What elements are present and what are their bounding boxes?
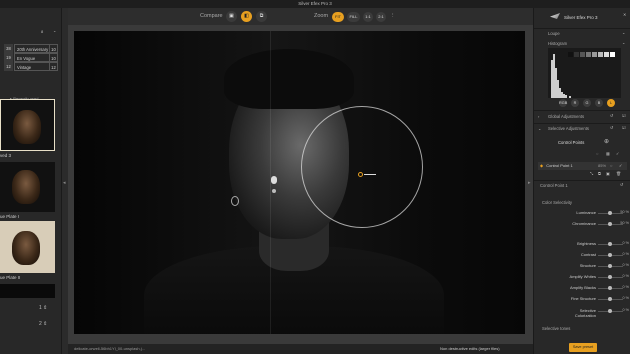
window-title: Silver Efex Pro 3 <box>0 0 630 8</box>
collapse-left-icon[interactable]: ◂ <box>63 180 66 186</box>
adjustments-panel: Silver Efex Pro 3 ✕ Loupe ⌄ Histogram ⌄ … <box>533 8 630 354</box>
control-point-marker-icon: ◆ <box>540 163 544 168</box>
selective-colorization-slider[interactable]: Selective Colorization 0 % <box>540 308 630 320</box>
loupe-label[interactable]: Loupe <box>548 31 560 36</box>
check-icon[interactable]: ✓ <box>616 151 619 156</box>
preview-image[interactable] <box>74 31 525 334</box>
chevron-down-icon[interactable]: ⌄ <box>53 28 56 33</box>
compare-split-icon[interactable]: ▣ <box>226 11 237 22</box>
control-point-handle[interactable] <box>272 189 276 193</box>
preset-label: ved 3 <box>0 153 12 158</box>
zoom-fit-button[interactable]: FIT <box>332 11 344 22</box>
add-control-point-icon[interactable]: ⊕ <box>604 138 609 145</box>
zoom-more-button[interactable]: ⋮ <box>390 13 396 19</box>
preset-label: ue Plate I <box>0 214 20 219</box>
control-points-label: Control Points <box>558 140 585 145</box>
reset-icon[interactable]: ↺ <box>610 113 613 118</box>
brightness-slider[interactable]: Brightness 0 % <box>540 241 630 247</box>
selective-adjustments-header[interactable]: Selective Adjustments <box>548 126 589 131</box>
list-item[interactable]: 12 Vintage 12 <box>4 62 58 71</box>
zoom-1-1-button[interactable]: 1:1 <box>363 11 373 22</box>
group-icon[interactable]: ▣ <box>606 171 610 176</box>
chevron-right-icon[interactable]: › <box>538 114 539 119</box>
global-adjustments-header[interactable]: Global Adjustments <box>548 114 584 119</box>
presets-panel: 8 ⌄ 38 20th Anniversary 10 19 En Vogue 1… <box>0 8 62 354</box>
control-point[interactable] <box>358 172 363 177</box>
image-canvas[interactable] <box>68 25 533 344</box>
count-label: 8 <box>41 29 44 34</box>
cursor-icon[interactable]: ⤡ <box>590 171 593 176</box>
group-icon[interactable]: ▦ <box>606 151 610 156</box>
save-preset-button[interactable]: Save preset <box>569 343 597 352</box>
zoom-label: Zoom <box>314 13 329 19</box>
enable-checkbox[interactable]: ☑ <box>622 113 626 118</box>
chevron-down-icon[interactable]: ⌄ <box>622 40 625 45</box>
zoom-fill-button[interactable]: FILL <box>347 11 360 22</box>
preset-thumbnail[interactable] <box>0 99 55 151</box>
collapse-right-icon[interactable]: ▸ <box>528 180 531 186</box>
color-selectivity-label: Color Selectivity <box>542 200 573 205</box>
list-item[interactable]: 19 En Vogue 10 <box>4 53 58 62</box>
control-point-row[interactable]: ◆ Control Point 1 85% ◌ ✓ <box>538 162 627 170</box>
compare-label: Compare <box>200 13 223 19</box>
preset-thumbnail[interactable] <box>0 221 55 273</box>
control-point-section-header: Control Point 1 <box>540 183 568 188</box>
reset-icon[interactable]: ↺ <box>610 125 613 130</box>
enable-checkbox[interactable]: ☑ <box>622 125 626 130</box>
control-point-radius[interactable] <box>301 106 423 228</box>
preset-thumbnail[interactable] <box>0 284 55 298</box>
pager[interactable]: 1 ⇕ <box>39 305 47 311</box>
brand-label: Silver Efex Pro 3 <box>564 15 598 20</box>
histogram-chart <box>548 48 621 98</box>
preset-label: ue Plate II <box>0 275 21 280</box>
selective-tones-label[interactable]: Selective tones <box>542 326 570 331</box>
close-icon[interactable]: ✕ <box>623 12 626 17</box>
chevron-down-icon[interactable]: ⌄ <box>538 126 541 131</box>
app-logo-icon <box>550 13 560 19</box>
zoom-2-1-button[interactable]: 2:1 <box>376 11 386 22</box>
status-bar: delicate-orwell-56bh1Yl_00-unsplash.j...… <box>68 344 533 354</box>
control-point-handle[interactable] <box>271 176 277 184</box>
duplicate-icon[interactable]: ⧉ <box>598 171 601 176</box>
visibility-icon[interactable]: ◌ <box>596 151 598 156</box>
toolbar: Compare ▣ ◧ ⧉ Zoom FIT FILL 1:1 2:1 ⋮ <box>68 8 533 25</box>
amplify-whites-slider[interactable]: Amplify Whites 0 % <box>540 274 630 280</box>
channel-r-button[interactable]: R <box>571 99 579 107</box>
channel-b-button[interactable]: B <box>595 99 603 107</box>
chevron-down-icon[interactable]: ⌄ <box>622 30 625 35</box>
amplify-blacks-slider[interactable]: Amplify Blacks 0 % <box>540 285 630 291</box>
chrominance-slider[interactable]: Chrominance 50 % <box>540 221 630 227</box>
visibility-icon[interactable]: ◌ <box>610 162 612 170</box>
compare-toggle-icon[interactable]: ⧉ <box>256 11 267 22</box>
check-icon[interactable]: ✓ <box>619 162 622 170</box>
earring <box>231 196 239 206</box>
control-point-slider[interactable] <box>364 174 376 175</box>
structure-slider[interactable]: Structure 0 % <box>540 263 630 269</box>
fine-structure-slider[interactable]: Fine Structure 0 % <box>540 296 630 302</box>
file-name: delicate-orwell-56bh1Yl_00-unsplash.j... <box>74 346 145 351</box>
contrast-slider[interactable]: Contrast 0 % <box>540 252 630 258</box>
histogram-label[interactable]: Histogram <box>548 41 567 46</box>
preset-category-list: 38 20th Anniversary 10 19 En Vogue 10 12… <box>4 44 58 71</box>
reset-icon[interactable]: ↺ <box>620 182 623 187</box>
pager[interactable]: 2 ⇕ <box>39 321 47 327</box>
channel-l-button[interactable]: L <box>607 99 615 107</box>
luminance-slider[interactable]: Luminance 50 % <box>540 210 630 216</box>
delete-icon[interactable]: 🗑 <box>616 171 621 176</box>
edit-mode[interactable]: Non destructive edits (larger files) <box>440 344 500 354</box>
compare-side-icon[interactable]: ◧ <box>241 11 252 22</box>
channel-rgb-button[interactable]: RGB <box>559 99 567 107</box>
channel-g-button[interactable]: G <box>583 99 591 107</box>
list-item[interactable]: 38 20th Anniversary 10 <box>4 44 58 53</box>
preset-thumbnail[interactable] <box>0 162 55 212</box>
